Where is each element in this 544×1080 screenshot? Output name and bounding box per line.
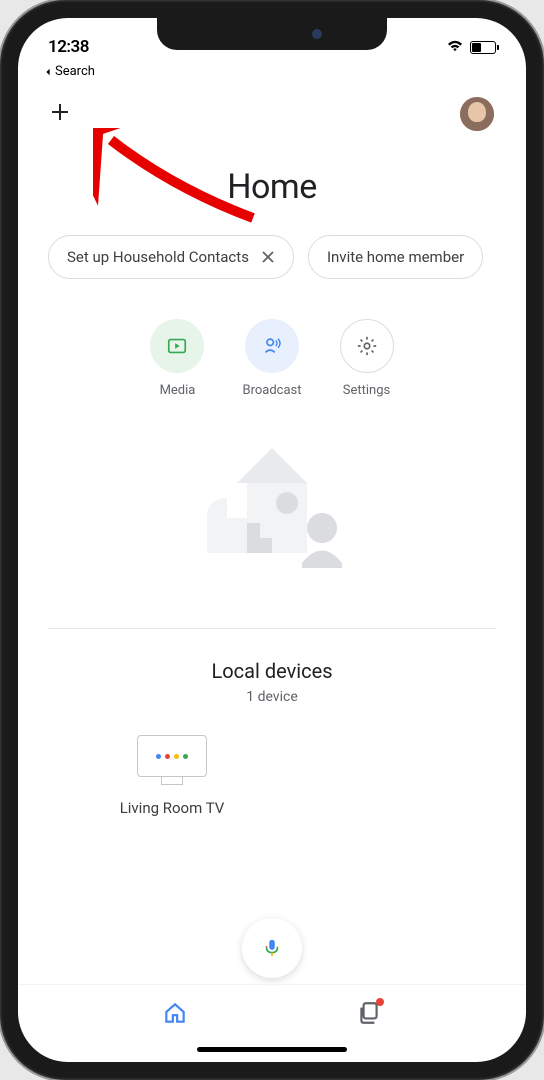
settings-label: Settings [343,383,390,398]
media-action[interactable]: Media [150,319,204,398]
divider [48,628,496,629]
empty-state-illustration [18,428,526,588]
media-label: Media [160,383,196,398]
back-label: Search [55,64,95,79]
profile-avatar[interactable] [458,95,496,133]
phone-frame: 12:38 Search [0,0,544,1080]
settings-action[interactable]: Settings [340,319,394,398]
media-icon [150,319,204,373]
broadcast-label: Broadcast [242,383,301,398]
close-icon[interactable] [261,250,275,264]
broadcast-action[interactable]: Broadcast [242,319,301,398]
local-devices-title: Local devices [18,659,526,683]
device-living-room-tv[interactable]: Living Room TV [18,735,526,817]
voice-assistant-button[interactable] [242,918,302,978]
add-button[interactable] [48,100,72,128]
microphone-icon [261,937,283,959]
battery-icon [470,41,496,54]
nav-home[interactable] [162,1000,188,1030]
broadcast-icon [245,319,299,373]
chip-setup-household[interactable]: Set up Household Contacts [48,235,294,279]
nav-activity[interactable] [356,1000,382,1030]
tv-icon [137,735,207,785]
suggestion-chips: Set up Household Contacts Invite home me… [18,235,526,279]
local-devices-count: 1 device [18,689,526,705]
back-chevron-icon [44,68,52,76]
plus-icon [48,100,72,124]
page-title: Home [18,167,526,207]
chip-label: Set up Household Contacts [67,248,249,266]
wifi-icon [446,38,464,57]
quick-actions: Media Broadcast Settings [18,319,526,398]
notification-badge [376,998,384,1006]
settings-icon [340,319,394,373]
back-to-search[interactable]: Search [18,62,526,81]
status-time: 12:38 [48,37,89,57]
notch [157,18,387,50]
chip-label: Invite home member [327,248,464,266]
home-icon [162,1000,188,1026]
chip-invite-member[interactable]: Invite home member [308,235,483,279]
device-label: Living Room TV [120,799,225,817]
home-indicator[interactable] [197,1047,347,1052]
